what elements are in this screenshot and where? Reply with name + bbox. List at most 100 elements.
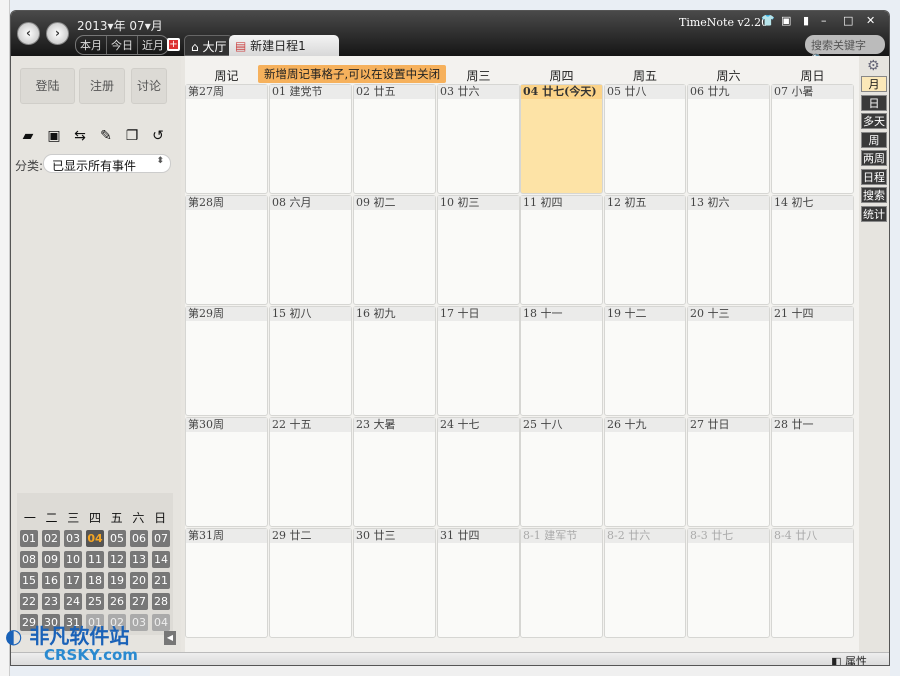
- day-cell[interactable]: 14 初七: [771, 195, 854, 305]
- collapse-panel-button[interactable]: ◀: [164, 631, 176, 645]
- day-cell[interactable]: 05 廿八: [604, 84, 686, 194]
- week-note-cell[interactable]: 第29周: [185, 306, 268, 416]
- mini-day[interactable]: 25: [86, 593, 104, 610]
- view-button[interactable]: 月: [861, 76, 887, 92]
- mini-day[interactable]: 05: [108, 530, 126, 547]
- mini-day[interactable]: 27: [130, 593, 148, 610]
- view-button[interactable]: 日: [861, 94, 887, 111]
- day-cell[interactable]: 03 廿六: [437, 84, 520, 194]
- mini-day[interactable]: 24: [64, 593, 82, 610]
- day-cell[interactable]: 11 初四: [520, 195, 603, 305]
- search-input[interactable]: 搜索关键字 🔍: [805, 35, 885, 66]
- mini-day[interactable]: 10: [64, 551, 82, 568]
- mini-day[interactable]: 09: [42, 551, 60, 568]
- mini-day[interactable]: 08: [20, 551, 38, 568]
- day-cell[interactable]: 21 十四: [771, 306, 854, 416]
- mini-day[interactable]: 01: [20, 530, 38, 547]
- mini-day[interactable]: 21: [152, 572, 170, 589]
- minimize-icon[interactable]: –: [821, 14, 827, 27]
- day-cell[interactable]: 22 十五: [269, 417, 352, 527]
- mini-day[interactable]: 26: [108, 593, 126, 610]
- day-cell[interactable]: 30 廿三: [353, 528, 436, 638]
- day-cell[interactable]: 26 十九: [604, 417, 686, 527]
- view-button[interactable]: 多天: [861, 113, 887, 129]
- day-cell[interactable]: 27 廿日: [687, 417, 770, 527]
- mini-day[interactable]: 22: [20, 593, 38, 610]
- undo-icon[interactable]: ↺: [149, 128, 167, 144]
- day-cell[interactable]: 17 十日: [437, 306, 520, 416]
- mini-day[interactable]: 14: [152, 551, 170, 568]
- week-note-cell[interactable]: 第31周: [185, 528, 268, 638]
- mini-day[interactable]: 04: [152, 614, 170, 631]
- week-note-cell[interactable]: 第27周: [185, 84, 268, 194]
- settings-gear-icon[interactable]: ⚙: [867, 58, 880, 74]
- mini-day[interactable]: 12: [108, 551, 126, 568]
- mini-day[interactable]: 28: [152, 593, 170, 610]
- day-cell[interactable]: 8-3 廿七: [687, 528, 770, 638]
- day-cell[interactable]: 8-4 廿八: [771, 528, 854, 638]
- day-cell[interactable]: 06 廿九: [687, 84, 770, 194]
- day-cell[interactable]: 08 六月: [269, 195, 352, 305]
- day-cell[interactable]: 8-2 廿六: [604, 528, 686, 638]
- skin-icon[interactable]: 👕: [761, 14, 775, 27]
- mini-day[interactable]: 02: [42, 530, 60, 547]
- week-note-cell[interactable]: 第30周: [185, 417, 268, 527]
- day-cell[interactable]: 25 十八: [520, 417, 603, 527]
- mini-day[interactable]: 03: [64, 530, 82, 547]
- mini-day[interactable]: 06: [130, 530, 148, 547]
- day-cell[interactable]: 12 初五: [604, 195, 686, 305]
- mini-day[interactable]: 19: [108, 572, 126, 589]
- mini-day[interactable]: 11: [86, 551, 104, 568]
- year-month-selector[interactable]: 2013▾年 07▾月: [77, 17, 163, 34]
- login-button[interactable]: 登陆: [20, 68, 75, 104]
- close-icon[interactable]: ✕: [866, 14, 875, 27]
- day-cell[interactable]: 31 廿四: [437, 528, 520, 638]
- mini-day[interactable]: 15: [20, 572, 38, 589]
- tab-lobby[interactable]: ⌂ 大厅: [184, 35, 234, 56]
- save-icon[interactable]: ▣: [45, 128, 63, 144]
- day-cell[interactable]: 07 小暑: [771, 84, 854, 194]
- view-button[interactable]: 两周: [861, 150, 887, 166]
- mini-day[interactable]: 07: [152, 530, 170, 547]
- day-cell[interactable]: 18 十一: [520, 306, 603, 416]
- day-cell[interactable]: 02 廿五: [353, 84, 436, 194]
- mini-day[interactable]: 17: [64, 572, 82, 589]
- add-tab-icon[interactable]: +: [167, 38, 180, 51]
- day-cell[interactable]: 29 廿二: [269, 528, 352, 638]
- day-cell[interactable]: 8-1 建军节: [520, 528, 603, 638]
- share-icon[interactable]: ⇆: [71, 128, 89, 144]
- day-cell[interactable]: 04 廿七(今天): [520, 84, 603, 194]
- day-cell[interactable]: 09 初二: [353, 195, 436, 305]
- pin-icon[interactable]: ▮: [803, 14, 809, 27]
- tab-new-schedule[interactable]: ▤ 新建日程1: [229, 35, 339, 56]
- copy-icon[interactable]: ❐: [123, 128, 141, 144]
- properties-button[interactable]: ◧ 属性: [831, 653, 867, 665]
- month-value[interactable]: 07: [129, 19, 144, 33]
- view-button[interactable]: 日程: [861, 168, 887, 185]
- mini-day[interactable]: 04: [86, 530, 104, 547]
- mini-day[interactable]: 20: [130, 572, 148, 589]
- mini-mode-icon[interactable]: ▣: [781, 14, 791, 27]
- discuss-button[interactable]: 讨论: [131, 68, 167, 104]
- today-button[interactable]: 今日: [107, 36, 138, 54]
- mini-day[interactable]: 13: [130, 551, 148, 568]
- day-cell[interactable]: 28 廿一: [771, 417, 854, 527]
- register-button[interactable]: 注册: [79, 68, 125, 104]
- day-cell[interactable]: 19 十二: [604, 306, 686, 416]
- view-button[interactable]: 搜索: [861, 187, 887, 203]
- year-value[interactable]: 2013: [77, 19, 108, 33]
- day-cell[interactable]: 20 十三: [687, 306, 770, 416]
- day-cell[interactable]: 24 十七: [437, 417, 520, 527]
- view-button[interactable]: 统计: [861, 205, 887, 222]
- prev-month-button[interactable]: ‹: [17, 22, 40, 45]
- day-cell[interactable]: 10 初三: [437, 195, 520, 305]
- next-month-button[interactable]: ›: [46, 22, 69, 45]
- mini-day[interactable]: 03: [130, 614, 148, 631]
- day-cell[interactable]: 15 初八: [269, 306, 352, 416]
- mini-day[interactable]: 23: [42, 593, 60, 610]
- folder-open-icon[interactable]: ▰: [19, 128, 37, 144]
- category-select[interactable]: 已显示所有事件 ⬍: [43, 154, 171, 173]
- recent-month-button[interactable]: 近月: [138, 36, 168, 54]
- week-note-cell[interactable]: 第28周: [185, 195, 268, 305]
- edit-icon[interactable]: ✎: [97, 128, 115, 144]
